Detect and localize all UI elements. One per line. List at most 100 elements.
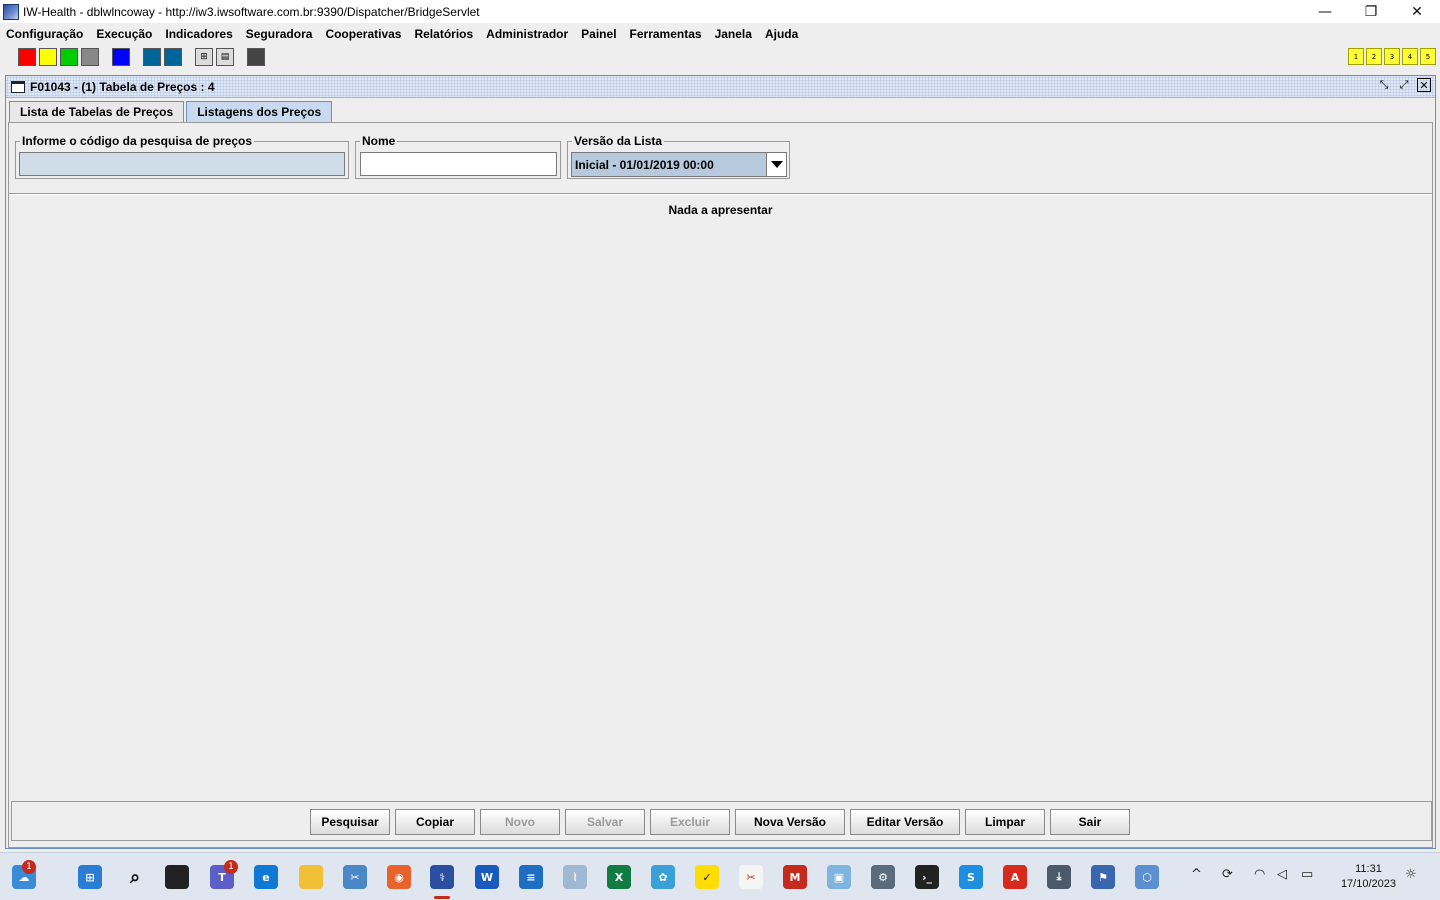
- window-title: IW-Health - dblwlncoway - http://iw3.iws…: [23, 4, 480, 19]
- clock[interactable]: 11:31 17/10/2023: [1341, 862, 1396, 892]
- menu-administrador[interactable]: Administrador: [486, 27, 568, 41]
- start-icon[interactable]: ⊞: [78, 865, 102, 889]
- menu-bar: Configuração Execução Indicadores Segura…: [0, 23, 1440, 45]
- button-bar: Pesquisar Copiar Novo Salvar Excluir Nov…: [11, 801, 1432, 841]
- tools-icon[interactable]: ✂: [343, 865, 367, 889]
- menu-relatorios[interactable]: Relatórios: [414, 27, 473, 41]
- search-icon[interactable]: ⌕: [123, 865, 147, 889]
- clock-time: 11:31: [1355, 863, 1382, 875]
- checklist-icon[interactable]: ✓: [695, 865, 719, 889]
- tab-bar: Lista de Tabelas de Preços Listagens dos…: [9, 101, 334, 122]
- menu-execucao[interactable]: Execução: [96, 27, 152, 41]
- weather-badge: 1: [22, 860, 36, 874]
- snipping-tool-icon[interactable]: ✂: [739, 865, 763, 889]
- minimize-icon[interactable]: —: [1302, 0, 1348, 23]
- notification-icon[interactable]: ☼: [1405, 867, 1417, 882]
- volume-icon[interactable]: ◁: [1277, 867, 1287, 882]
- nome-group: Nome: [355, 134, 561, 179]
- codigo-group: Informe o código da pesquisa de preços: [15, 134, 349, 179]
- menu-configuracao[interactable]: Configuração: [6, 27, 83, 41]
- tree-view-icon[interactable]: ⊞: [195, 48, 213, 66]
- chevron-down-icon[interactable]: [766, 153, 786, 176]
- menu-seguradora[interactable]: Seguradora: [246, 27, 313, 41]
- frame-title: F01043 - (1) Tabela de Preços : 4: [30, 79, 215, 94]
- iw-health-icon[interactable]: ⚕: [430, 865, 454, 889]
- acrobat-icon[interactable]: A: [1003, 865, 1027, 889]
- workspace-2-button[interactable]: 2: [1366, 48, 1382, 65]
- virtualbox-icon[interactable]: ⬡: [1135, 865, 1159, 889]
- sair-button[interactable]: Sair: [1050, 809, 1130, 835]
- editar-versao-button[interactable]: Editar Versão: [850, 809, 960, 835]
- pesquisar-button[interactable]: Pesquisar: [310, 809, 390, 835]
- clock-date: 17/10/2023: [1340, 878, 1396, 890]
- tab-panel: Informe o código da pesquisa de preços N…: [8, 122, 1433, 848]
- gray-color-button[interactable]: [81, 48, 99, 66]
- tab-listagens-precos[interactable]: Listagens dos Preços: [186, 101, 333, 122]
- task-view-icon[interactable]: [165, 865, 189, 889]
- red-color-button[interactable]: [18, 48, 36, 66]
- mcafee-icon[interactable]: M: [783, 865, 807, 889]
- remote-desktop-icon[interactable]: ▣: [827, 865, 851, 889]
- excel-icon[interactable]: X: [607, 865, 631, 889]
- menu-ajuda[interactable]: Ajuda: [765, 27, 798, 41]
- chevron-up-icon[interactable]: ^: [1191, 867, 1202, 882]
- nova-versao-button[interactable]: Nova Versão: [735, 809, 845, 835]
- monitor-icon[interactable]: ⌇: [563, 865, 587, 889]
- word-icon[interactable]: W: [475, 865, 499, 889]
- dark-color-button[interactable]: [247, 48, 265, 66]
- empty-message: Nada a apresentar: [668, 203, 773, 217]
- file-explorer-icon[interactable]: [299, 865, 323, 889]
- excluir-button[interactable]: Excluir: [650, 809, 730, 835]
- teal-color-button-2[interactable]: [164, 48, 182, 66]
- downloads-icon[interactable]: ⤓: [1047, 865, 1071, 889]
- copiar-button[interactable]: Copiar: [395, 809, 475, 835]
- skype-icon[interactable]: S: [959, 865, 983, 889]
- paint-icon[interactable]: ✿: [651, 865, 675, 889]
- versao-selected-value: Inicial - 01/01/2019 00:00: [575, 157, 714, 172]
- frame-minimize-icon[interactable]: ⤡: [1377, 78, 1391, 92]
- sync-icon[interactable]: ⟳: [1222, 867, 1233, 882]
- workspace-3-button[interactable]: 3: [1384, 48, 1400, 65]
- menu-painel[interactable]: Painel: [581, 27, 616, 41]
- menu-janela[interactable]: Janela: [715, 27, 752, 41]
- codigo-input[interactable]: [19, 152, 345, 176]
- workspace-1-button[interactable]: 1: [1348, 48, 1364, 65]
- window-title-bar: IW-Health - dblwlncoway - http://iw3.iws…: [0, 0, 1440, 23]
- versao-label: Versão da Lista: [572, 134, 665, 148]
- close-icon[interactable]: ✕: [1394, 0, 1440, 23]
- firefox-icon[interactable]: ◉: [387, 865, 411, 889]
- workspace-4-button[interactable]: 4: [1402, 48, 1418, 65]
- frame-close-icon[interactable]: ✕: [1417, 78, 1431, 92]
- yellow-color-button[interactable]: [39, 48, 57, 66]
- teal-color-button[interactable]: [143, 48, 161, 66]
- limpar-button[interactable]: Limpar: [965, 809, 1045, 835]
- blue-color-button[interactable]: [112, 48, 130, 66]
- wifi-icon[interactable]: ◠: [1254, 867, 1265, 882]
- nome-label: Nome: [360, 134, 398, 148]
- menu-indicadores[interactable]: Indicadores: [165, 27, 232, 41]
- nome-input[interactable]: [360, 152, 557, 176]
- menu-ferramentas[interactable]: Ferramentas: [630, 27, 702, 41]
- edge-icon[interactable]: e: [254, 865, 278, 889]
- notepad-icon[interactable]: ≡: [519, 865, 543, 889]
- settings-icon[interactable]: ⚙: [871, 865, 895, 889]
- toolbar: ⊞ ▤: [0, 45, 1440, 70]
- terminal-icon[interactable]: ›_: [915, 865, 939, 889]
- menu-cooperativas[interactable]: Cooperativas: [325, 27, 401, 41]
- novo-button[interactable]: Novo: [480, 809, 560, 835]
- frame-maximize-icon[interactable]: ⤢: [1397, 78, 1411, 92]
- green-color-button[interactable]: [60, 48, 78, 66]
- network-tool-icon[interactable]: ⚑: [1091, 865, 1115, 889]
- versao-group: Versão da Lista Inicial - 01/01/2019 00:…: [567, 134, 790, 179]
- restore-icon[interactable]: ❐: [1348, 0, 1394, 23]
- battery-icon[interactable]: ▭: [1301, 867, 1313, 882]
- windows-icon[interactable]: ▤: [216, 48, 234, 66]
- versao-select[interactable]: Inicial - 01/01/2019 00:00: [571, 152, 787, 177]
- salvar-button[interactable]: Salvar: [565, 809, 645, 835]
- tab-lista-tabelas-precos[interactable]: Lista de Tabelas de Preços: [9, 101, 185, 122]
- workspace-5-button[interactable]: 5: [1420, 48, 1436, 65]
- divider: [9, 193, 1432, 195]
- app-icon: [3, 3, 19, 20]
- codigo-label: Informe o código da pesquisa de preços: [20, 134, 255, 148]
- active-app-indicator: [434, 896, 450, 899]
